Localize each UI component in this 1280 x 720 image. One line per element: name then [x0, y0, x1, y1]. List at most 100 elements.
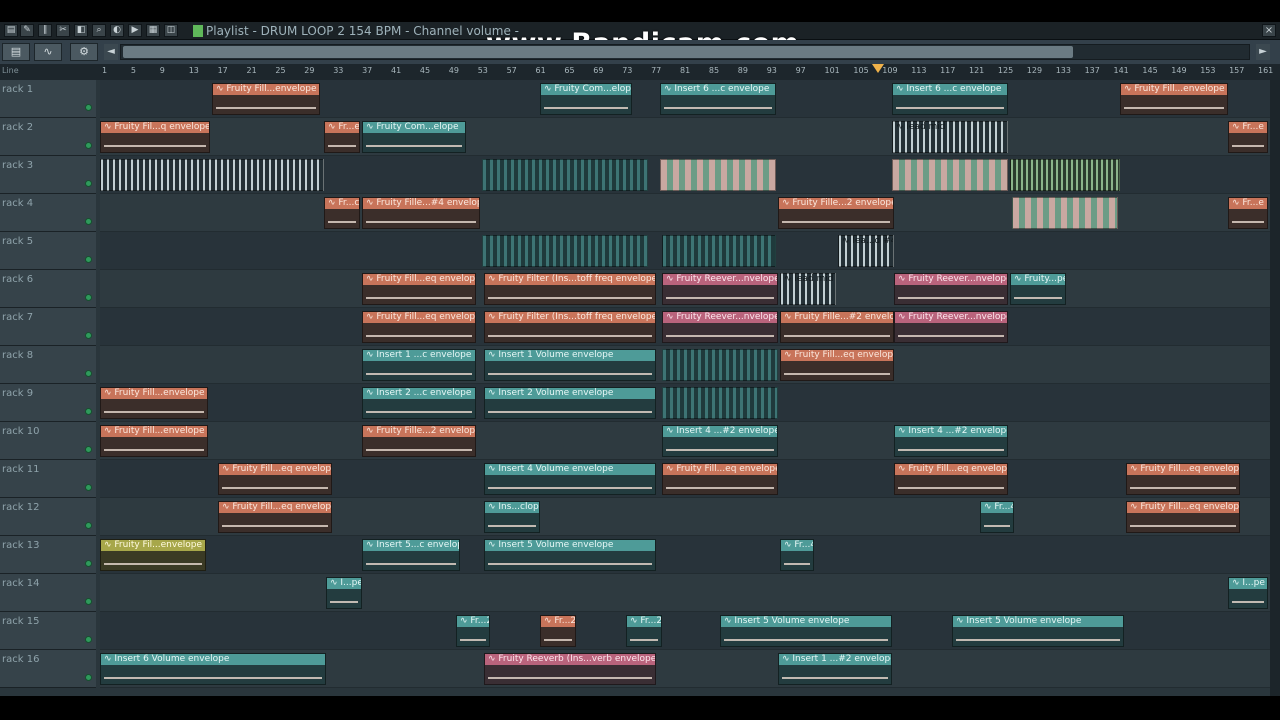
track-header[interactable]: rack 13: [0, 536, 96, 574]
vertical-scrollbar[interactable]: [1270, 80, 1280, 696]
track-mute-led[interactable]: [85, 598, 92, 605]
automation-clip[interactable]: ∿ Insert 5 Volume envelope: [484, 539, 656, 571]
track-mute-led[interactable]: [85, 560, 92, 567]
automation-clip[interactable]: ∿ Fruity Fill...eq envelope: [1126, 463, 1240, 495]
track-header[interactable]: rack 2: [0, 118, 96, 156]
track-mute-led[interactable]: [85, 446, 92, 453]
track-mute-led[interactable]: [85, 636, 92, 643]
pattern-clip[interactable]: ∿ lea...d #4: [838, 235, 894, 267]
track-header[interactable]: rack 5: [0, 232, 96, 270]
track-lane[interactable]: ∿ Fruity Fill...envelope ∿ Fruity Fille..…: [100, 422, 1270, 460]
track-header[interactable]: rack 8: [0, 346, 96, 384]
automation-clip[interactable]: ∿ Insert 6 Volume envelope: [100, 653, 326, 685]
tool-icon[interactable]: ✎: [20, 24, 34, 37]
automation-clip[interactable]: ∿ Fr...c: [324, 197, 360, 229]
track-mute-led[interactable]: [85, 408, 92, 415]
automation-clip[interactable]: ∿ Fruity Reever...nvelope: [894, 311, 1008, 343]
automation-clip[interactable]: ∿ Insert 1 ...#2 envelope: [778, 653, 892, 685]
automation-clip[interactable]: ∿ Fr...e: [1228, 121, 1268, 153]
track-lane[interactable]: [100, 156, 1270, 194]
track-mute-led[interactable]: [85, 332, 92, 339]
track-lane[interactable]: ∿ Fruity Fill...eq envelope ∿ Ins...clope…: [100, 498, 1270, 536]
automation-clip[interactable]: ∿ Insert 6 ...c envelope: [660, 83, 776, 115]
automation-clip[interactable]: ∿ Fruity Fill...eq envelope: [218, 463, 332, 495]
automation-clip[interactable]: ∿ Fruity Fille...2 envelope: [362, 425, 476, 457]
automation-clip[interactable]: ∿ Fruity Fill...eq envelope: [1126, 501, 1240, 533]
automation-clip[interactable]: ∿ Fruity Com...elope: [362, 121, 466, 153]
track-header[interactable]: rack 9: [0, 384, 96, 422]
close-button[interactable]: ×: [1262, 24, 1276, 37]
pattern-clip[interactable]: [662, 349, 778, 381]
track-header[interactable]: rack 4: [0, 194, 96, 232]
automation-clip[interactable]: ∿ Fruity Fil...q envelope: [100, 121, 210, 153]
automation-clip[interactable]: ∿ Fruity Fill...envelope: [100, 387, 208, 419]
track-lane[interactable]: ∿ Fr...2 ∿ Fr...2 ∿ Fr...2 ∿ Insert 5 Volum…: [100, 612, 1270, 650]
track-lane[interactable]: ∿ Fr...c ∿ Fruity Fille...#4 envelope ∿ Fr…: [100, 194, 1270, 232]
track-lane[interactable]: ∿ Fruity Fill...envelope ∿ Fruity Com...e…: [100, 80, 1270, 118]
automation-clip[interactable]: ∿ Fruity Com...elope: [540, 83, 632, 115]
track-header[interactable]: rack 10: [0, 422, 96, 460]
automation-clip[interactable]: ∿ Fruity Fill...eq envelope: [362, 273, 476, 305]
track-lane[interactable]: ∿ Fruity Fill...eq envelope ∿ Insert 4 Vo…: [100, 460, 1270, 498]
track-mute-led[interactable]: [85, 104, 92, 111]
track-header[interactable]: rack 11: [0, 460, 96, 498]
automation-clip[interactable]: ∿ Insert 5...c envelope: [362, 539, 460, 571]
automation-clip[interactable]: ∿ Insert 5 Volume envelope: [952, 615, 1124, 647]
automation-clip[interactable]: ∿ Fruity Reever...nvelope: [662, 311, 778, 343]
automation-clip[interactable]: ∿ Fr...e: [324, 121, 360, 153]
automation-clip[interactable]: ∿ Insert 1 Volume envelope: [484, 349, 656, 381]
track-lane[interactable]: ∿ Fruity Fill...envelope ∿ Insert 2 ...c …: [100, 384, 1270, 422]
automation-clip[interactable]: ∿ Fruity Filter (Ins...toff freq envelop…: [484, 311, 656, 343]
automation-clip[interactable]: ∿ Fr...2: [626, 615, 662, 647]
grid-icon[interactable]: ▦: [146, 24, 160, 37]
track-header[interactable]: rack 16: [0, 650, 96, 688]
automation-clip[interactable]: ∿ Fruity Fille...2 envelope: [778, 197, 894, 229]
track-mute-led[interactable]: [85, 180, 92, 187]
automation-clip[interactable]: ∿ Fruity Reever...nvelope: [662, 273, 778, 305]
track-mute-led[interactable]: [85, 370, 92, 377]
pattern-clip[interactable]: ∿ lead mid: [892, 121, 1008, 153]
snap-icon[interactable]: ∥: [38, 24, 52, 37]
automation-clip[interactable]: ∿ Fruity Fille...#4 envelope: [362, 197, 480, 229]
automation-clip[interactable]: ∿ Fruity Fil...envelope: [100, 539, 206, 571]
track-lane[interactable]: ∿ Insert 1 ...c envelope ∿ Insert 1 Volum…: [100, 346, 1270, 384]
automation-clip[interactable]: ∿ Fruity Fill...eq envelope: [894, 463, 1008, 495]
mute-icon[interactable]: ◐: [110, 24, 124, 37]
automation-clip[interactable]: ∿ Insert 6 ...c envelope: [892, 83, 1008, 115]
automation-clip[interactable]: ∿ Insert 4 ...#2 envelope: [662, 425, 778, 457]
track-header[interactable]: rack 6: [0, 270, 96, 308]
automation-clip[interactable]: ∿ Fruity Fill...eq envelope: [362, 311, 476, 343]
automation-clip[interactable]: ∿ Ins...clope: [484, 501, 540, 533]
automation-clip[interactable]: ∿ Fr...2: [456, 615, 490, 647]
pattern-clip[interactable]: [100, 159, 324, 191]
automation-clip[interactable]: ∿ Fruity Fill...eq envelope: [218, 501, 332, 533]
pattern-clip[interactable]: [662, 387, 778, 419]
track-lane[interactable]: ∿ I...pe ∿ I...pe: [100, 574, 1270, 612]
automation-clip[interactable]: ∿ I...pe: [326, 577, 362, 609]
track-mute-led[interactable]: [85, 484, 92, 491]
pattern-clip[interactable]: [1012, 197, 1118, 229]
automation-clip[interactable]: ∿ Fruity Fill...eq envelope: [662, 463, 778, 495]
scrollbar-thumb[interactable]: [123, 46, 1073, 58]
stamp-icon[interactable]: ◫: [164, 24, 178, 37]
scroll-right-arrow[interactable]: ►: [1256, 44, 1270, 60]
automation-clip[interactable]: ∿ Fruity Reeverb (Ins...verb envelope: [484, 653, 656, 685]
automation-clip[interactable]: ∿ Insert 4 Volume envelope: [484, 463, 656, 495]
automation-clip[interactable]: ∿ Fr...4: [980, 501, 1014, 533]
slice-icon[interactable]: ✂: [56, 24, 70, 37]
track-header[interactable]: rack 15: [0, 612, 96, 650]
automation-clip[interactable]: ∿ I...pe: [1228, 577, 1268, 609]
select-icon[interactable]: ◧: [74, 24, 88, 37]
automation-clip[interactable]: ∿ Fr...4: [780, 539, 814, 571]
automation-clip[interactable]: ∿ Fr...2: [540, 615, 576, 647]
timeline-ruler[interactable]: Line 1 5 9 13 17 21 25 29 33 37 41 45 49 53 57 61 65 69 73…: [0, 64, 1280, 80]
horizontal-scrollbar[interactable]: [120, 44, 1250, 60]
automation-clip[interactable]: ∿ Fruity Fill...envelope: [212, 83, 320, 115]
automation-clip[interactable]: ∿ Insert 2 ...c envelope: [362, 387, 476, 419]
track-mute-led[interactable]: [85, 256, 92, 263]
track-header[interactable]: rack 3: [0, 156, 96, 194]
pattern-clip[interactable]: [482, 235, 648, 267]
automation-clip[interactable]: ∿ Insert 5 Volume envelope: [720, 615, 892, 647]
pattern-clip[interactable]: [892, 159, 1008, 191]
zoom-icon[interactable]: ⌕: [92, 24, 106, 37]
